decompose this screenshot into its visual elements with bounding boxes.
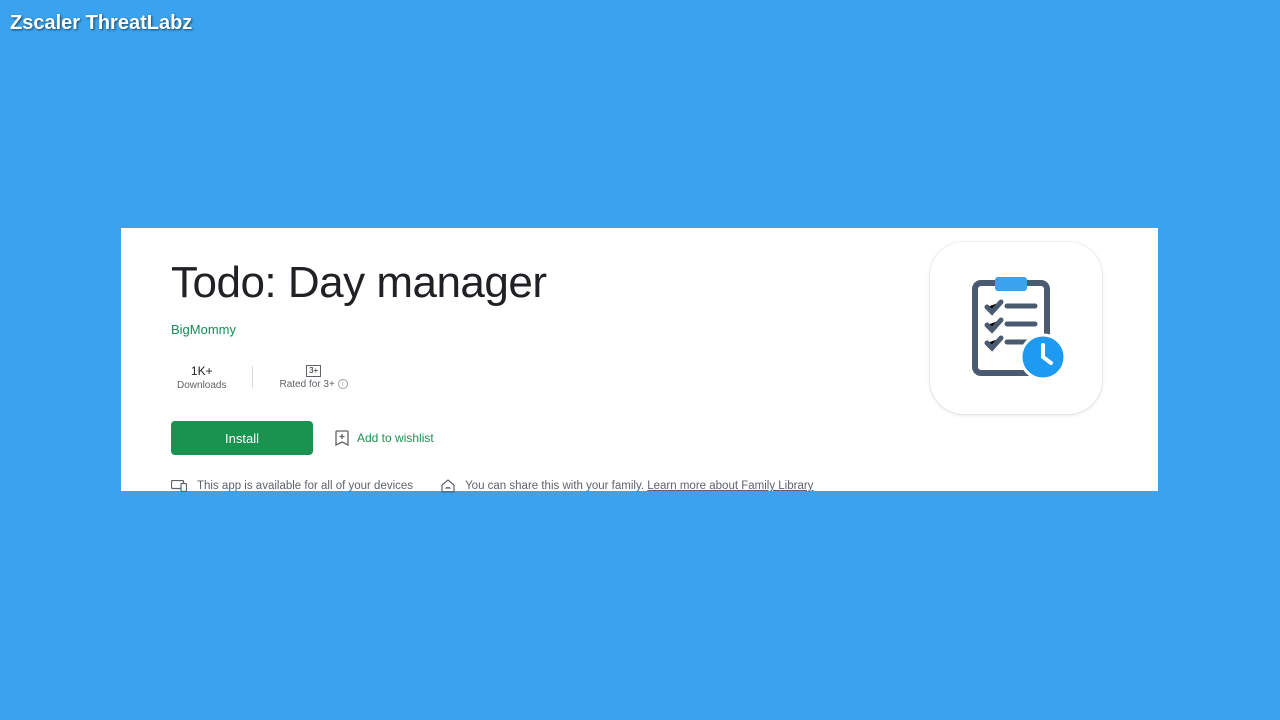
app-listing-card: Todo: Day manager BigMommy 1K+ Downloads… <box>121 228 1158 491</box>
rating-label: Rated for 3+ i <box>279 379 347 390</box>
availability-info: This app is available for all of your de… <box>171 480 413 492</box>
actions-row: Install Add to wishlist <box>171 421 1108 455</box>
availability-text: This app is available for all of your de… <box>197 480 413 492</box>
downloads-value: 1K+ <box>191 364 213 378</box>
rating-badge: 3+ <box>306 365 321 377</box>
downloads-stat: 1K+ Downloads <box>171 364 252 391</box>
family-home-icon <box>441 479 455 493</box>
bookmark-add-icon <box>335 430 349 446</box>
app-icon <box>930 242 1102 414</box>
info-icon[interactable]: i <box>338 379 348 389</box>
family-info: You can share this with your family. Lea… <box>441 479 813 493</box>
info-row: This app is available for all of your de… <box>171 479 1108 493</box>
family-library-link[interactable]: Learn more about Family Library <box>647 480 813 492</box>
wishlist-label: Add to wishlist <box>357 431 434 445</box>
downloads-label: Downloads <box>177 380 226 391</box>
watermark-text: Zscaler ThreatLabz <box>10 12 192 35</box>
clipboard-clock-icon <box>961 273 1071 383</box>
rating-box-icon: 3+ <box>306 365 321 377</box>
rating-stat: 3+ Rated for 3+ i <box>253 365 373 390</box>
family-text: You can share this with your family. Lea… <box>465 480 813 492</box>
install-button[interactable]: Install <box>171 421 313 455</box>
add-to-wishlist-button[interactable]: Add to wishlist <box>335 430 434 446</box>
devices-icon <box>171 480 187 492</box>
developer-link[interactable]: BigMommy <box>171 322 236 337</box>
